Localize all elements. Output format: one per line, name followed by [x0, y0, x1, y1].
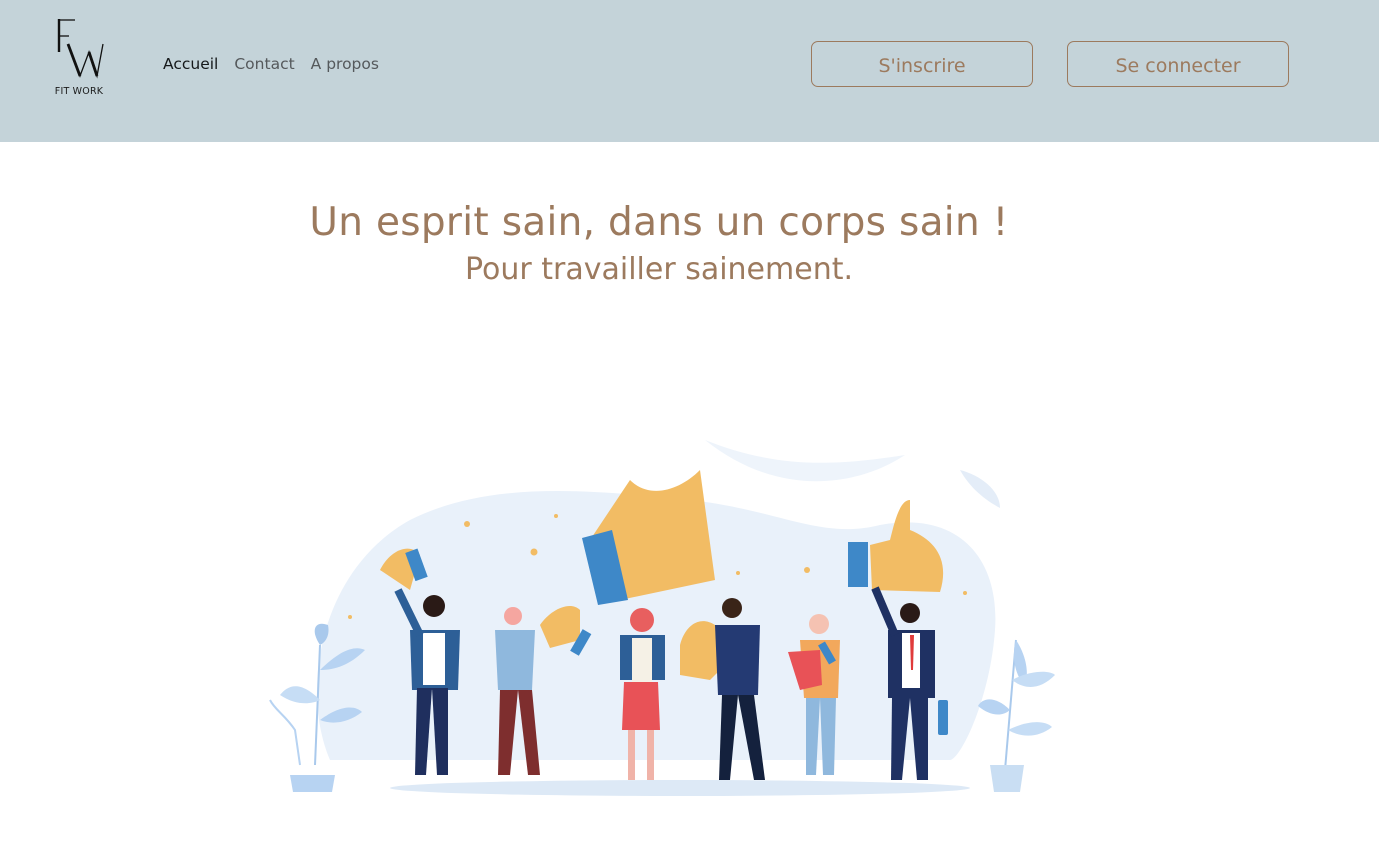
main-nav: Accueil Contact A propos [163, 52, 395, 76]
thumbs-up-team-illustration [260, 430, 1060, 810]
fw-monogram-icon [57, 19, 104, 79]
brand-name: FIT WORK [54, 86, 104, 97]
nav-link-a-propos[interactable]: A propos [311, 52, 379, 76]
login-button[interactable]: Se connecter [1067, 41, 1289, 87]
site-header: FIT WORK Accueil Contact A propos S'insc… [0, 0, 1379, 142]
nav-link-accueil[interactable]: Accueil [163, 52, 218, 76]
hero-title: Un esprit sain, dans un corps sain ! [309, 200, 1009, 245]
nav-link-contact[interactable]: Contact [234, 52, 294, 76]
brand-logo[interactable]: FIT WORK [50, 16, 110, 102]
hero-subtitle: Pour travailler sainement. [464, 252, 854, 287]
signup-button[interactable]: S'inscrire [811, 41, 1033, 87]
